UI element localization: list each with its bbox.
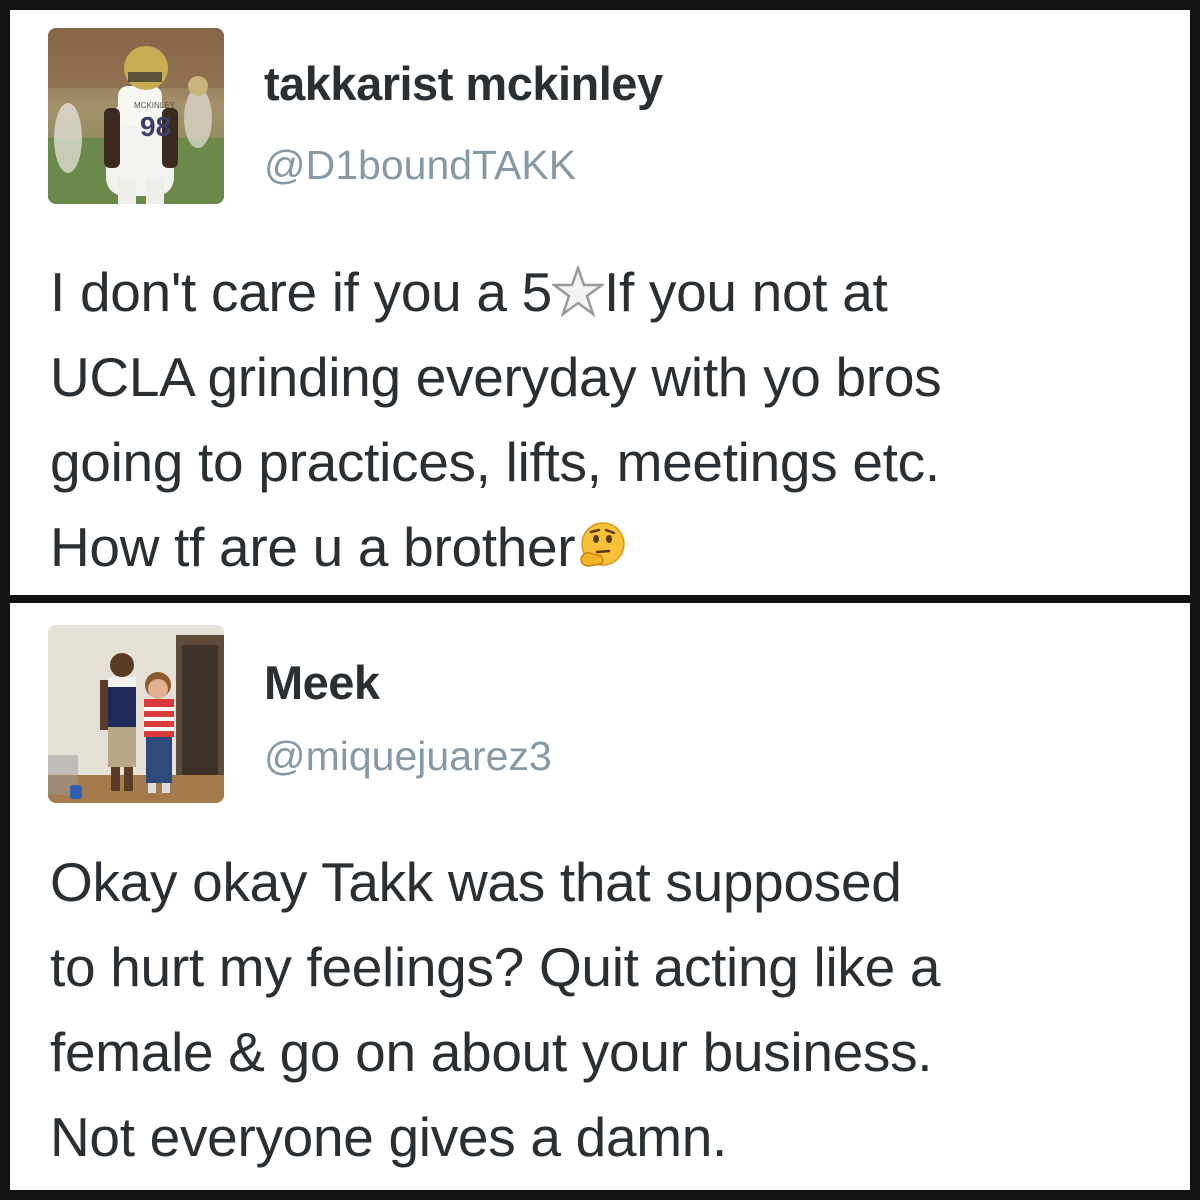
tweet-card-2: Meek @miquejuarez3 Okay okay Takk was th… — [10, 603, 1190, 1190]
tweet-line: female & go on about your business. — [50, 1021, 933, 1083]
svg-text:98: 98 — [140, 111, 171, 142]
tweet-line: to hurt my feelings? Quit acting like a — [50, 936, 941, 998]
two-people-photo-icon — [48, 625, 224, 803]
football-player-photo-icon: 98 MCKINLEY — [48, 28, 224, 204]
tweet-line: I don't care if you a 5 If you not at — [50, 261, 888, 323]
svg-text:MCKINLEY: MCKINLEY — [134, 101, 176, 110]
tweet-text: Okay okay Takk was that supposed to hurt… — [50, 840, 1160, 1180]
thinking-face-icon — [580, 522, 626, 567]
tweet-card-1: 98 MCKINLEY takkarist mckinley @D1boundT… — [10, 10, 1190, 595]
screenshot-collage: 98 MCKINLEY takkarist mckinley @D1boundT… — [0, 0, 1200, 1200]
avatar-two-people[interactable] — [48, 625, 224, 803]
tweet-line: UCLA grinding everyday with yo bros — [50, 346, 942, 408]
tweet-text: I don't care if you a 5 If you not at UCL… — [50, 250, 1160, 590]
user-handle[interactable]: @D1boundTAKK — [264, 142, 576, 189]
display-name[interactable]: Meek — [264, 655, 380, 710]
star-icon — [551, 265, 604, 317]
tweet-line: going to practices, lifts, meetings etc. — [50, 431, 940, 493]
tweet-line: How tf are u a brother — [50, 505, 1160, 590]
tweet-line: Not everyone gives a damn. — [50, 1106, 728, 1168]
tweet-line: Okay okay Takk was that supposed — [50, 851, 902, 913]
avatar-football-player[interactable]: 98 MCKINLEY — [48, 28, 224, 204]
user-handle[interactable]: @miquejuarez3 — [264, 733, 552, 780]
display-name[interactable]: takkarist mckinley — [264, 56, 663, 111]
